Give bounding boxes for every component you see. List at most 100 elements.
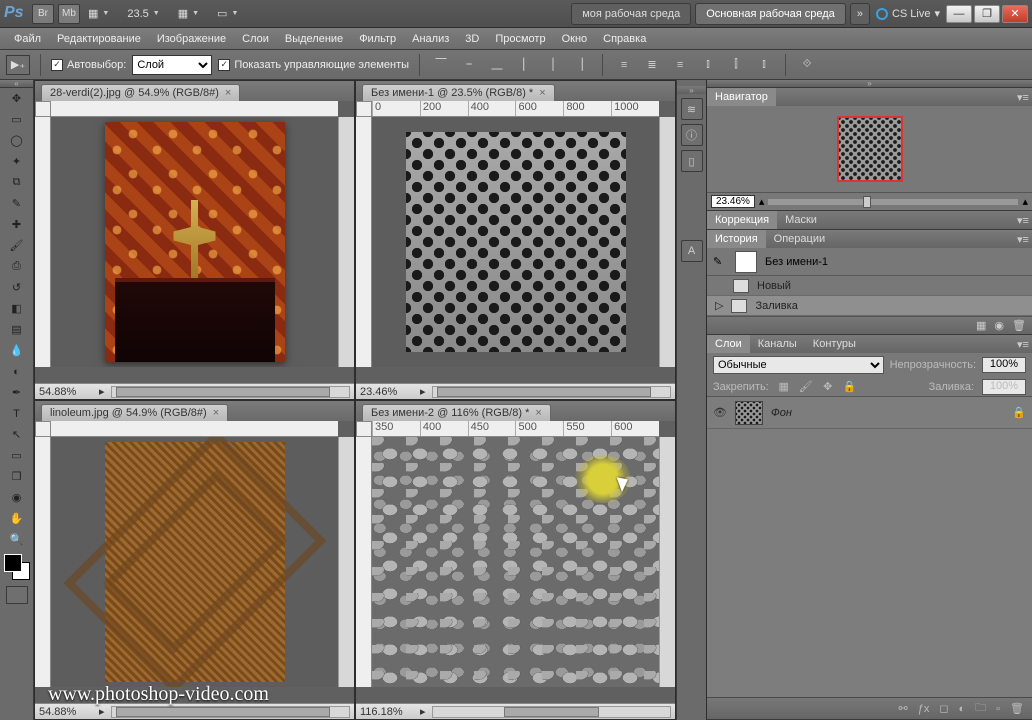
document-tab[interactable]: Без имени-1 @ 23.5% (RGB/8) *× (362, 84, 555, 101)
vertical-scrollbar[interactable] (659, 117, 675, 367)
zoom-readout[interactable]: 54.88% (39, 706, 93, 718)
3d-camera-tool[interactable]: ◉ (5, 487, 29, 508)
zoom-tool[interactable]: 🔍 (5, 529, 29, 550)
new-group-icon[interactable]: 🗀 (975, 699, 986, 718)
distribute-left-icon[interactable]: ⫾ (697, 55, 719, 75)
blur-tool[interactable]: 💧 (5, 340, 29, 361)
tab-paths[interactable]: Контуры (805, 335, 864, 353)
zoom-readout[interactable]: 54.88% (39, 386, 93, 398)
blend-mode-select[interactable]: Обычные (713, 356, 884, 374)
adjustment-layer-icon[interactable]: ◐ (958, 703, 965, 715)
horizontal-ruler[interactable] (51, 101, 338, 117)
ruler-origin[interactable] (35, 421, 51, 437)
horizontal-scrollbar[interactable] (432, 706, 671, 718)
zoom-dropdown[interactable]: 23.5 (121, 4, 171, 24)
canvas[interactable] (51, 437, 338, 687)
new-layer-icon[interactable]: ▫ (996, 703, 1000, 715)
histogram-icon[interactable]: ≋ (681, 98, 703, 120)
tab-channels[interactable]: Каналы (750, 335, 805, 353)
align-top-icon[interactable]: ⎺ (430, 55, 452, 75)
visibility-icon[interactable]: 👁 (713, 406, 727, 419)
lock-all-icon[interactable]: 🔒 (843, 380, 857, 394)
hand-tool[interactable]: ✋ (5, 508, 29, 529)
distribute-right-icon[interactable]: ⫾ (753, 55, 775, 75)
menu-window[interactable]: Окно (554, 28, 596, 50)
horizontal-scrollbar[interactable] (111, 706, 350, 718)
screen-mode-dropdown[interactable]: ▭ (211, 4, 250, 24)
gradient-tool[interactable]: ▤ (5, 319, 29, 340)
new-snapshot-icon[interactable]: ◉ (994, 319, 1004, 332)
layer-mask-icon[interactable]: ◻ (939, 702, 948, 715)
autoselect-target[interactable]: Слой (132, 55, 212, 75)
vertical-ruler[interactable] (356, 117, 372, 367)
doc-info-icon[interactable]: ▸ (420, 705, 426, 718)
lock-position-icon[interactable]: ✥ (821, 380, 835, 394)
horizontal-scrollbar[interactable] (111, 386, 350, 398)
create-doc-from-state-icon[interactable]: ▦ (976, 319, 986, 332)
type-tool[interactable]: T (5, 403, 29, 424)
navigator-preview[interactable] (707, 106, 1032, 192)
ruler-origin[interactable] (356, 101, 372, 117)
panel-menu-icon[interactable]: ▾≡ (1014, 214, 1032, 227)
ruler-origin[interactable] (35, 101, 51, 117)
history-snapshot[interactable]: ✎ Без имени-1 (707, 248, 1032, 276)
move-tool[interactable]: ✥ (5, 88, 29, 109)
distribute-hcenter-icon[interactable]: ⫿ (725, 55, 747, 75)
panels-collapse[interactable]: » (707, 80, 1032, 88)
canvas[interactable] (51, 117, 338, 367)
minibridge-button[interactable]: Mb (58, 4, 80, 24)
crop-tool[interactable]: ⧉ (5, 172, 29, 193)
document-tab[interactable]: linoleum.jpg @ 54.9% (RGB/8#)× (41, 404, 228, 421)
align-vcenter-icon[interactable]: ⎯ (458, 55, 480, 75)
close-icon[interactable]: × (539, 87, 545, 99)
wand-tool[interactable]: ✦ (5, 151, 29, 172)
eyedropper-tool[interactable]: ✎ (5, 193, 29, 214)
align-left-icon[interactable]: ⎢ (514, 55, 536, 75)
view-extras-dropdown[interactable]: ▦ (82, 4, 121, 24)
layer-thumb[interactable] (735, 401, 763, 425)
info-icon[interactable]: ⓘ (681, 124, 703, 146)
menu-analysis[interactable]: Анализ (404, 28, 457, 50)
doc-info-icon[interactable]: ▸ (420, 385, 426, 398)
color-icon[interactable]: ▯ (681, 150, 703, 172)
bridge-button[interactable]: Br (32, 4, 54, 24)
history-brush-source-icon[interactable]: ✎ (713, 255, 727, 268)
align-hcenter-icon[interactable]: ⎪ (542, 55, 564, 75)
ruler-origin[interactable] (356, 421, 372, 437)
tab-masks[interactable]: Маски (777, 211, 825, 229)
menu-select[interactable]: Выделение (277, 28, 351, 50)
tab-actions[interactable]: Операции (766, 230, 833, 248)
lasso-tool[interactable]: ◯ (5, 130, 29, 151)
close-icon[interactable]: × (535, 407, 541, 419)
pen-tool[interactable]: ✒ (5, 382, 29, 403)
shape-tool[interactable]: ▭ (5, 445, 29, 466)
lock-pixels-icon[interactable]: 🖌 (799, 380, 813, 394)
tab-navigator[interactable]: Навигатор (707, 88, 776, 106)
menu-layers[interactable]: Слои (234, 28, 277, 50)
document-tab[interactable]: Без имени-2 @ 116% (RGB/8) *× (362, 404, 551, 421)
close-icon[interactable]: × (225, 87, 231, 99)
cs-live[interactable]: CS Live ▾ (876, 7, 940, 20)
canvas[interactable] (372, 117, 659, 367)
tab-history[interactable]: История (707, 230, 766, 248)
horizontal-ruler[interactable] (51, 421, 338, 437)
panel-menu-icon[interactable]: ▾≡ (1014, 233, 1032, 246)
distribute-vcenter-icon[interactable]: ≣ (641, 55, 663, 75)
horizontal-ruler[interactable]: 350400450500550600 (372, 421, 659, 437)
menu-image[interactable]: Изображение (149, 28, 234, 50)
minimize-button[interactable]: — (946, 5, 972, 23)
opacity-value[interactable]: 100% (982, 357, 1026, 373)
doc-info-icon[interactable]: ▸ (99, 705, 105, 718)
layer-style-icon[interactable]: ƒx (918, 703, 930, 715)
zoom-out-icon[interactable]: ▴ (759, 195, 765, 208)
menu-view[interactable]: Просмотр (487, 28, 553, 50)
vertical-ruler[interactable] (356, 437, 372, 687)
zoom-readout[interactable]: 116.18% (360, 706, 414, 718)
vertical-scrollbar[interactable] (338, 437, 354, 687)
navigator-zoom[interactable]: 23.46% (711, 195, 755, 208)
color-swatches[interactable] (4, 554, 30, 580)
horizontal-scrollbar[interactable] (432, 386, 671, 398)
link-layers-icon[interactable]: ⚯ (898, 702, 907, 715)
close-button[interactable]: ✕ (1002, 5, 1028, 23)
fill-value[interactable]: 100% (982, 379, 1026, 395)
